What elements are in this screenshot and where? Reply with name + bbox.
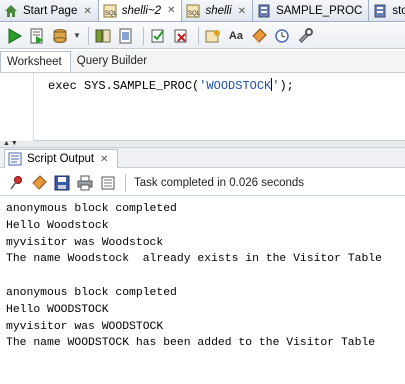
history-icon: [275, 28, 289, 43]
sql-editor[interactable]: exec SYS.SAMPLE_PROC('WOODSTOCK');: [0, 73, 405, 141]
tab-shelli-2[interactable]: SQL shelli~2 ✕: [98, 0, 183, 21]
script-output-icon: [8, 152, 22, 166]
tab-label: shelli: [205, 5, 232, 17]
wrench-icon: [298, 27, 313, 43]
tab-sto[interactable]: sto: [369, 0, 405, 21]
output-line: myvisitor was WOODSTOCK: [6, 320, 164, 333]
close-icon[interactable]: ✕: [238, 6, 246, 17]
toolbar-separator: [142, 26, 144, 45]
collapse-arrows-icon[interactable]: ▲▼: [3, 140, 19, 147]
tab-start-page[interactable]: Start Page ✕: [0, 0, 99, 21]
output-line: The name Woodstock already exists in the…: [6, 253, 382, 266]
sql-worksheet-icon: SQL: [103, 4, 117, 17]
close-icon[interactable]: ✕: [100, 154, 108, 165]
format-button[interactable]: Aa: [226, 26, 246, 46]
task-status: Task completed in 0.026 seconds: [134, 176, 305, 189]
history-button[interactable]: [272, 26, 292, 46]
output-tab-strip: Script Output ✕: [0, 148, 405, 168]
tab-label: shelli~2: [121, 4, 162, 17]
home-icon: [5, 5, 17, 17]
output-line: anonymous block completed: [6, 286, 177, 299]
code-text: exec SYS.SAMPLE_PROC(: [48, 79, 200, 93]
commit-icon: [151, 29, 164, 42]
sql-tuning-icon: [205, 29, 220, 42]
tab-sample-proc[interactable]: SAMPLE_PROC: [253, 0, 370, 21]
run-icon: [8, 27, 22, 44]
tab-label: Script Output: [27, 153, 95, 165]
eraser-icon: [252, 27, 267, 43]
pin-button[interactable]: [6, 173, 26, 193]
save-button[interactable]: [52, 173, 72, 193]
chevron-down-icon[interactable]: ▼: [73, 31, 81, 40]
explain-plan-button[interactable]: [93, 26, 113, 46]
explain-plan-icon: [95, 29, 111, 42]
toolbar-separator: [197, 26, 199, 45]
toolbar-separator: [125, 173, 126, 192]
editor-tabs: Worksheet Query Builder: [0, 51, 405, 73]
output-line: Hello Woodstock: [6, 219, 109, 232]
sql-worksheet-icon: SQL: [186, 4, 200, 18]
rollback-icon: [174, 29, 187, 42]
tab-shelli[interactable]: SQL shelli ✕: [182, 0, 254, 21]
close-icon[interactable]: ✕: [167, 5, 175, 16]
code-text-end: );: [279, 79, 294, 93]
commit-button[interactable]: [148, 26, 168, 46]
svg-text:SQL: SQL: [188, 11, 200, 17]
string-literal: 'WOODSTOCK: [199, 79, 272, 93]
run-script-button[interactable]: [27, 26, 47, 46]
output-line: The name WOODSTOCK has been added to the…: [6, 337, 376, 350]
tools-button[interactable]: [295, 26, 315, 46]
editor-gutter: [0, 73, 34, 141]
save-icon: [54, 175, 70, 190]
eraser-icon: [32, 174, 47, 190]
toolbar-separator: [87, 26, 89, 45]
format-icon: Aa: [228, 29, 243, 42]
run-script-icon: [30, 28, 43, 44]
code-line: exec SYS.SAMPLE_PROC('WOODSTOCK');: [48, 78, 294, 93]
panel-splitter[interactable]: ▲▼: [0, 140, 405, 148]
output-line: myvisitor was Woodstock: [6, 236, 164, 249]
pin-icon: [10, 175, 22, 189]
print-icon: [77, 175, 93, 190]
script-output-area[interactable]: anonymous block completed Hello Woodstoc…: [0, 197, 405, 384]
tab-label: SAMPLE_PROC: [276, 5, 363, 17]
tab-label: sto: [392, 5, 405, 17]
run-statement-button[interactable]: [4, 26, 24, 46]
tab-label: Start Page: [23, 5, 78, 17]
procedure-icon: [374, 4, 386, 18]
autotrace-icon: [119, 28, 132, 43]
database-icon: [53, 28, 67, 43]
procedure-icon: [258, 4, 270, 18]
output-line: anonymous block completed: [6, 203, 177, 215]
output-toolbar: Task completed in 0.026 seconds: [0, 170, 405, 196]
autotrace-button[interactable]: [116, 26, 136, 46]
rollback-button[interactable]: [171, 26, 191, 46]
clear-output-button[interactable]: [29, 173, 49, 193]
print-button[interactable]: [75, 173, 95, 193]
output-line: Hello WOODSTOCK: [6, 303, 109, 316]
tab-script-output[interactable]: Script Output ✕: [4, 149, 118, 168]
worksheet-toolbar: ▼ Aa: [0, 23, 405, 49]
sql-tuning-button[interactable]: [203, 26, 223, 46]
commit-menu-button[interactable]: [50, 26, 70, 46]
buffer-size-button[interactable]: [98, 173, 118, 193]
tab-query-builder[interactable]: Query Builder: [71, 51, 155, 72]
document-icon: [101, 176, 115, 189]
clear-button[interactable]: [249, 26, 269, 46]
document-tab-strip: Start Page ✕ SQL shelli~2 ✕ SQL shelli ✕…: [0, 0, 405, 22]
close-icon[interactable]: ✕: [83, 6, 91, 17]
tab-worksheet[interactable]: Worksheet: [0, 51, 71, 72]
svg-text:SQL: SQL: [105, 11, 117, 17]
